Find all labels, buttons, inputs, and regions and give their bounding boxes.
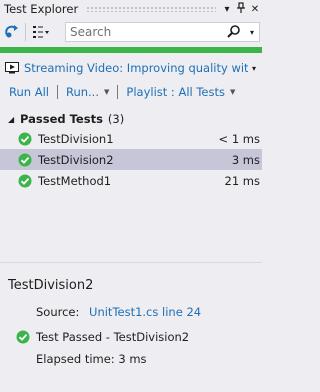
test-duration: 3 ms: [231, 152, 260, 167]
collapse-triangle-icon[interactable]: ◢: [8, 115, 20, 124]
close-icon[interactable]: ✕: [248, 4, 262, 15]
command-separator: [117, 85, 119, 99]
run-label: Run...: [65, 85, 99, 99]
passed-check-icon: [18, 174, 32, 187]
test-row[interactable]: TestMethod1 21 ms: [0, 170, 262, 191]
group-by-icon[interactable]: [31, 22, 51, 42]
status-text: Test Passed - TestDivision2: [36, 330, 190, 344]
group-count: (3): [107, 112, 125, 126]
playlist-video-row[interactable]: Streaming Video: Improving quality with …: [0, 59, 262, 77]
test-row[interactable]: TestDivision1 < 1 ms: [0, 128, 262, 149]
details-source: Source: UnitTest1.cs line 24: [36, 305, 201, 319]
passed-check-icon: [16, 330, 30, 344]
toolbar-separator: [25, 23, 26, 41]
search-options-dropdown-icon[interactable]: ▾: [245, 28, 259, 37]
search-input[interactable]: [66, 25, 223, 39]
drag-grip[interactable]: [86, 6, 216, 12]
test-duration: < 1 ms: [218, 131, 260, 146]
progress-fill: [0, 47, 262, 53]
run-all-icon[interactable]: [2, 22, 22, 42]
command-separator: [56, 85, 58, 99]
command-bar: Run All Run... ▼ Playlist : All Tests ▼: [0, 82, 262, 102]
run-button[interactable]: Run... ▼: [66, 85, 109, 99]
group-header-passed[interactable]: ◢ Passed Tests (3): [0, 110, 262, 128]
test-row[interactable]: TestDivision2 3 ms: [0, 149, 262, 170]
caret-down-icon: ▼: [104, 88, 110, 96]
playlist-label: Playlist : All Tests: [126, 85, 225, 99]
run-progress-bar: [0, 47, 262, 53]
playlist-button[interactable]: Playlist : All Tests ▼: [126, 85, 235, 99]
pane-divider[interactable]: [0, 262, 262, 263]
test-name: TestDivision1: [38, 131, 114, 146]
monitor-play-icon: [4, 60, 20, 76]
test-duration: 21 ms: [224, 173, 260, 188]
details-title: TestDivision2: [8, 278, 94, 293]
video-link[interactable]: Streaming Video: Improving quality with …: [24, 61, 248, 75]
run-all-button[interactable]: Run All: [9, 85, 49, 99]
title-bar: Test Explorer ▾ ✕: [0, 0, 262, 18]
caret-down-icon: ▼: [230, 88, 236, 96]
source-link[interactable]: UnitTest1.cs line 24: [89, 305, 201, 319]
passed-check-icon: [18, 153, 32, 166]
details-status: Test Passed - TestDivision2: [16, 330, 189, 344]
search-box[interactable]: ▾: [65, 22, 260, 42]
elapsed-time: Elapsed time: 3 ms: [36, 352, 147, 366]
run-all-label: Run All: [9, 85, 49, 99]
test-name: TestDivision2: [38, 152, 114, 167]
window-title: Test Explorer: [4, 2, 79, 16]
test-list: TestDivision1 < 1 ms TestDivision2 3 ms Test…: [0, 128, 262, 191]
group-title: Passed Tests: [20, 112, 103, 126]
pin-icon[interactable]: [234, 1, 248, 17]
passed-check-icon: [18, 132, 32, 145]
test-name: TestMethod1: [38, 173, 112, 188]
window-menu-icon[interactable]: ▾: [220, 4, 234, 15]
chevron-down-icon[interactable]: ▾: [252, 64, 256, 73]
toolbar: ▾: [0, 19, 262, 45]
search-icon[interactable]: [223, 25, 245, 39]
source-label: Source:: [36, 305, 80, 319]
